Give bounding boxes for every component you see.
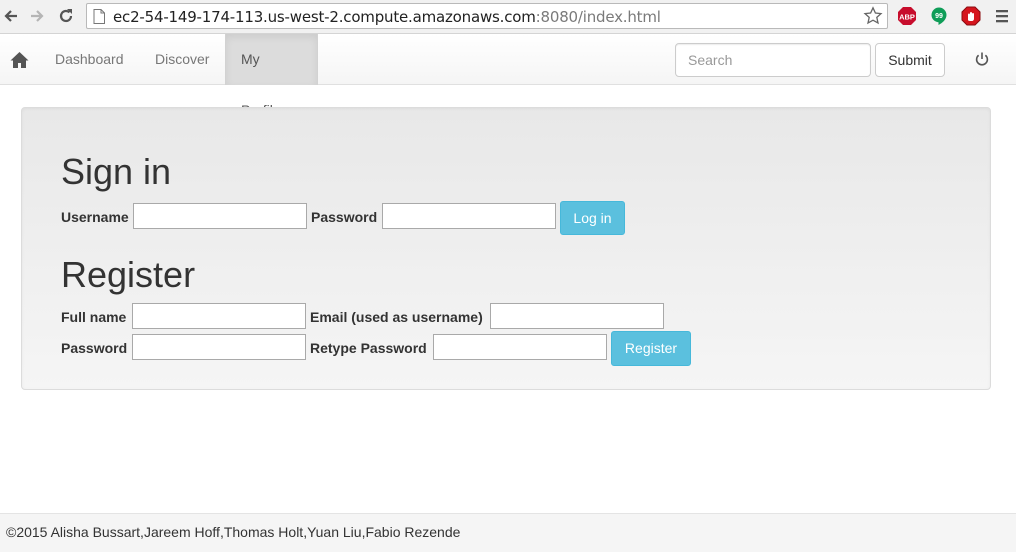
username-input[interactable] [133,203,307,229]
email-input[interactable] [490,303,664,329]
username-label: Username [61,209,129,225]
back-button[interactable] [0,5,22,27]
arrow-left-icon [4,10,17,22]
forward-button[interactable] [26,5,48,27]
email-label: Email (used as username) [310,309,483,325]
register-heading: Register [61,254,196,295]
page-footer: ©2015 Alisha Bussart,Jareem Hoff,Thomas … [0,513,1016,552]
logout-link[interactable] [968,48,996,70]
retype-password-label: Retype Password [310,340,427,356]
register-button[interactable]: Register [611,331,691,366]
url-text: ec2-54-149-174-113.us-west-2.compute.ama… [113,8,661,26]
search-input[interactable] [675,43,871,77]
browser-toolbar: ec2-54-149-174-113.us-west-2.compute.ama… [0,0,1016,34]
url-path: :8080/index.html [535,8,661,26]
auth-panel: Sign in Username Password Log in Registe… [21,107,991,390]
register-password-label: Password [61,340,128,356]
power-icon [975,52,989,66]
nav-item-dashboard[interactable]: Dashboard [40,34,139,85]
main-navbar: Dashboard Discover My Profile Submit [0,34,1016,118]
fullname-input[interactable] [132,303,306,329]
nav-item-discover[interactable]: Discover [140,34,224,85]
signin-heading: Sign in [61,151,172,192]
url-host: ec2-54-149-174-113.us-west-2.compute.ama… [113,8,536,26]
register-password-input[interactable] [132,334,306,360]
login-button[interactable]: Log in [560,201,625,235]
adblock-icon[interactable] [961,6,981,26]
address-bar[interactable]: ec2-54-149-174-113.us-west-2.compute.ama… [86,3,888,29]
reload-icon [59,9,73,23]
nav-item-my-profile[interactable]: My Profile [225,34,318,118]
menu-icon[interactable] [994,8,1010,24]
hangouts-icon[interactable]: 99 [929,6,949,26]
signin-password-label: Password [311,209,378,225]
search-submit-button[interactable]: Submit [875,43,945,77]
page-icon [93,9,105,24]
adblock-plus-icon[interactable]: ABP [897,6,917,26]
home-icon [10,51,28,68]
fullname-label: Full name [61,309,127,325]
arrow-right-icon [31,10,44,22]
home-link[interactable] [0,34,38,85]
reload-button[interactable] [55,5,77,27]
retype-password-input[interactable] [433,334,607,360]
footer-credits: ©2015 Alisha Bussart,Jareem Hoff,Thomas … [6,524,461,540]
bookmark-star-icon[interactable] [863,6,883,26]
hangouts-label: 99 [935,13,943,20]
signin-password-input[interactable] [382,203,556,229]
abp-label: ABP [899,13,915,22]
